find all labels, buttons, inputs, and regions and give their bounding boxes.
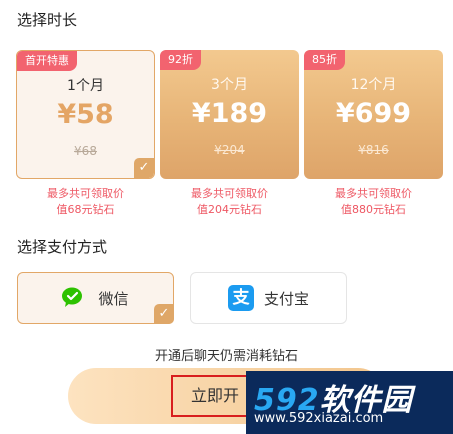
alipay-icon: 支 xyxy=(227,285,254,311)
plan-note-line: 值880元钻石 xyxy=(341,203,406,216)
pay-option-wechat[interactable]: 微信 ✓ xyxy=(17,272,174,324)
plan-note-line: 最多共可领取价 xyxy=(191,187,268,200)
plan-badge: 92折 xyxy=(160,50,201,70)
plan-price: ¥58 xyxy=(57,99,114,130)
plan-note-1: 最多共可领取价 值68元钻石 xyxy=(16,186,155,218)
plan-note-3: 最多共可领取价 值880元钻石 xyxy=(304,186,443,218)
plan-card-1-month[interactable]: 首开特惠 1个月 ¥58 ¥68 ✓ xyxy=(16,50,155,179)
plan-card-12-months[interactable]: 85折 12个月 ¥699 ¥816 xyxy=(304,50,443,179)
plan-price: ¥189 xyxy=(191,98,268,129)
plan-note-line: 最多共可领取价 xyxy=(335,187,412,200)
plan-note-line: 值68元钻石 xyxy=(56,203,115,216)
plan-note-2: 最多共可领取价 值204元钻石 xyxy=(160,186,299,218)
pay-option-label: 支付宝 xyxy=(263,289,309,308)
plan-note-line: 最多共可领取价 xyxy=(47,187,124,200)
watermark-url: www.592xiazai.com xyxy=(254,411,384,426)
plan-badge: 85折 xyxy=(304,50,345,70)
plan-card-3-months[interactable]: 92折 3个月 ¥189 ¥204 xyxy=(160,50,299,179)
checkmark-icon: ✓ xyxy=(134,158,154,178)
plan-duration: 3个月 xyxy=(211,77,248,93)
wechat-icon xyxy=(62,287,83,307)
checkmark-icon: ✓ xyxy=(154,304,174,324)
plan-original-price: ¥68 xyxy=(74,144,97,158)
plan-duration: 1个月 xyxy=(67,78,104,94)
duration-section-title: 选择时长 xyxy=(17,11,78,29)
watermark-logo: 592软件园 www.592xiazai.com xyxy=(246,371,453,434)
pay-option-alipay[interactable]: 支 支付宝 xyxy=(190,272,347,324)
payment-section-title: 选择支付方式 xyxy=(17,238,108,256)
plan-price: ¥699 xyxy=(335,98,412,129)
plan-duration: 12个月 xyxy=(350,77,397,93)
plan-note-line: 值204元钻石 xyxy=(197,203,262,216)
plan-original-price: ¥204 xyxy=(214,143,245,157)
plan-badge: 首开特惠 xyxy=(17,51,77,71)
pay-option-label: 微信 xyxy=(98,289,129,308)
plan-original-price: ¥816 xyxy=(358,143,389,157)
consume-note: 开通后聊天仍需消耗钻石 xyxy=(154,349,298,364)
